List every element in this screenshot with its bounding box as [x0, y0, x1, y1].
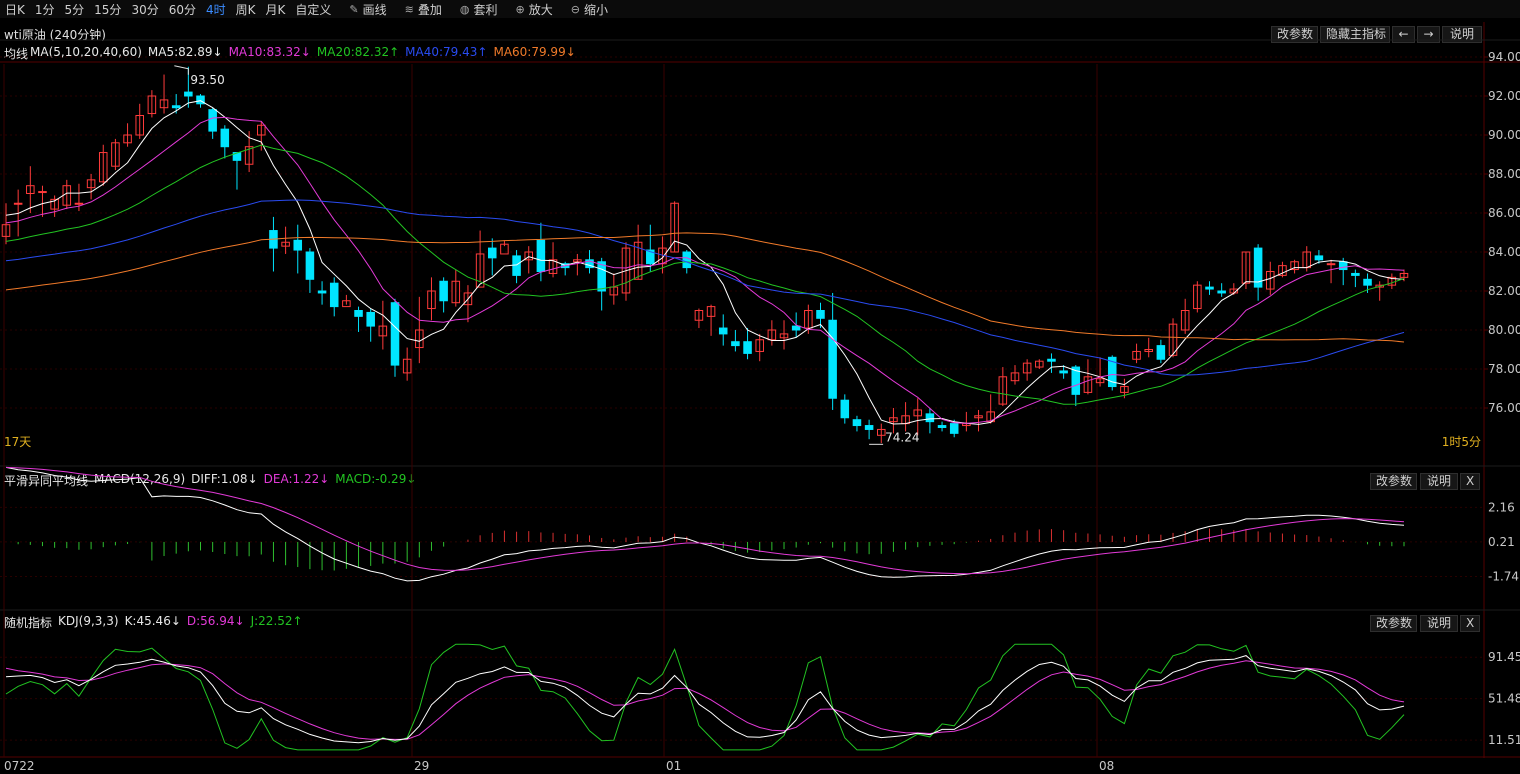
candle-body	[743, 341, 752, 354]
ma10-line	[5, 116, 1405, 424]
price-chart-canvas[interactable]: 0722 29 01 08 94.00 92.00 90.00 88.00 86.00 84.00…	[0, 0, 1520, 774]
candle-body	[184, 91, 193, 97]
price-axis-label: 90.00	[1488, 128, 1520, 142]
high-price-label: 93.50	[190, 73, 224, 87]
macd-axis-label: 0.21	[1488, 535, 1515, 549]
price-axis-label: 76.00	[1488, 401, 1520, 415]
candle-body	[317, 290, 327, 294]
price-axis-label: 88.00	[1488, 167, 1520, 181]
macd-axis-label: 2.16	[1488, 500, 1515, 514]
candle-body	[925, 413, 935, 423]
candle-body	[487, 247, 497, 259]
candle-body	[791, 325, 801, 331]
candle-body	[171, 105, 181, 109]
price-axis-label: 94.00	[1488, 50, 1520, 64]
candle-body	[74, 202, 84, 205]
price-axis-label: 82.00	[1488, 284, 1520, 298]
candle-body	[718, 327, 728, 335]
candle-body	[1363, 278, 1372, 286]
price-axis-label: 80.00	[1488, 323, 1520, 337]
kdj-axis-label: 51.48	[1488, 692, 1520, 706]
candle-body	[1351, 272, 1360, 276]
candle-body	[1338, 261, 1348, 271]
candle-body	[1059, 370, 1068, 374]
ma60-line	[5, 232, 1405, 343]
candle-body	[208, 109, 217, 132]
price-axis-label: 92.00	[1488, 89, 1520, 103]
ma40-line	[5, 199, 1405, 376]
candle-body	[1205, 286, 1214, 290]
candle-body	[329, 282, 339, 308]
range-days-label: 17天	[4, 435, 31, 449]
candle-body	[366, 311, 375, 327]
kdj-axis-label: 11.51	[1488, 733, 1520, 747]
candle-body	[597, 261, 606, 292]
candle-body	[354, 310, 363, 317]
candle-body	[220, 128, 230, 148]
x-axis-label: 0722	[4, 759, 35, 773]
price-axis-label: 86.00	[1488, 206, 1520, 220]
ma20-line	[5, 144, 1405, 405]
candle-body	[852, 419, 862, 427]
dea-line	[5, 466, 1405, 575]
x-axis-label: 08	[1099, 759, 1114, 773]
kdj-axis-label: 91.45	[1488, 650, 1520, 664]
macd-axis-label: -1.74	[1488, 570, 1519, 584]
candle-body	[682, 251, 692, 269]
x-axis-label: 29	[414, 759, 429, 773]
x-axis-label: 01	[666, 759, 681, 773]
candle-body	[816, 310, 825, 319]
candle-body	[305, 251, 315, 280]
d-line	[5, 660, 1405, 740]
candle-body	[1156, 345, 1166, 360]
candle-body	[439, 280, 448, 302]
k-line	[5, 655, 1405, 744]
candle-body	[390, 302, 400, 366]
candle-body	[38, 191, 47, 194]
countdown-label: 1时5分	[1442, 435, 1481, 449]
candle-body	[949, 423, 959, 434]
candle-body	[1314, 255, 1324, 261]
ma5-line	[5, 100, 1405, 425]
candle-body	[1326, 263, 1336, 266]
candle-body	[828, 319, 837, 399]
candle-body	[1217, 290, 1226, 294]
price-axis-label: 84.00	[1488, 245, 1520, 259]
candle-body	[512, 255, 521, 276]
diff-line	[5, 466, 1405, 582]
candle-body	[13, 202, 23, 205]
candle-body	[536, 239, 546, 273]
candle-body	[731, 341, 740, 347]
candle-body	[293, 239, 303, 251]
candle-body	[1047, 358, 1056, 362]
price-axis-label: 78.00	[1488, 362, 1520, 376]
high-marker	[174, 65, 189, 75]
candle-body	[937, 425, 947, 428]
low-price-label: 74.24	[885, 430, 919, 444]
candle-body	[864, 425, 874, 430]
candle-body	[840, 399, 850, 419]
